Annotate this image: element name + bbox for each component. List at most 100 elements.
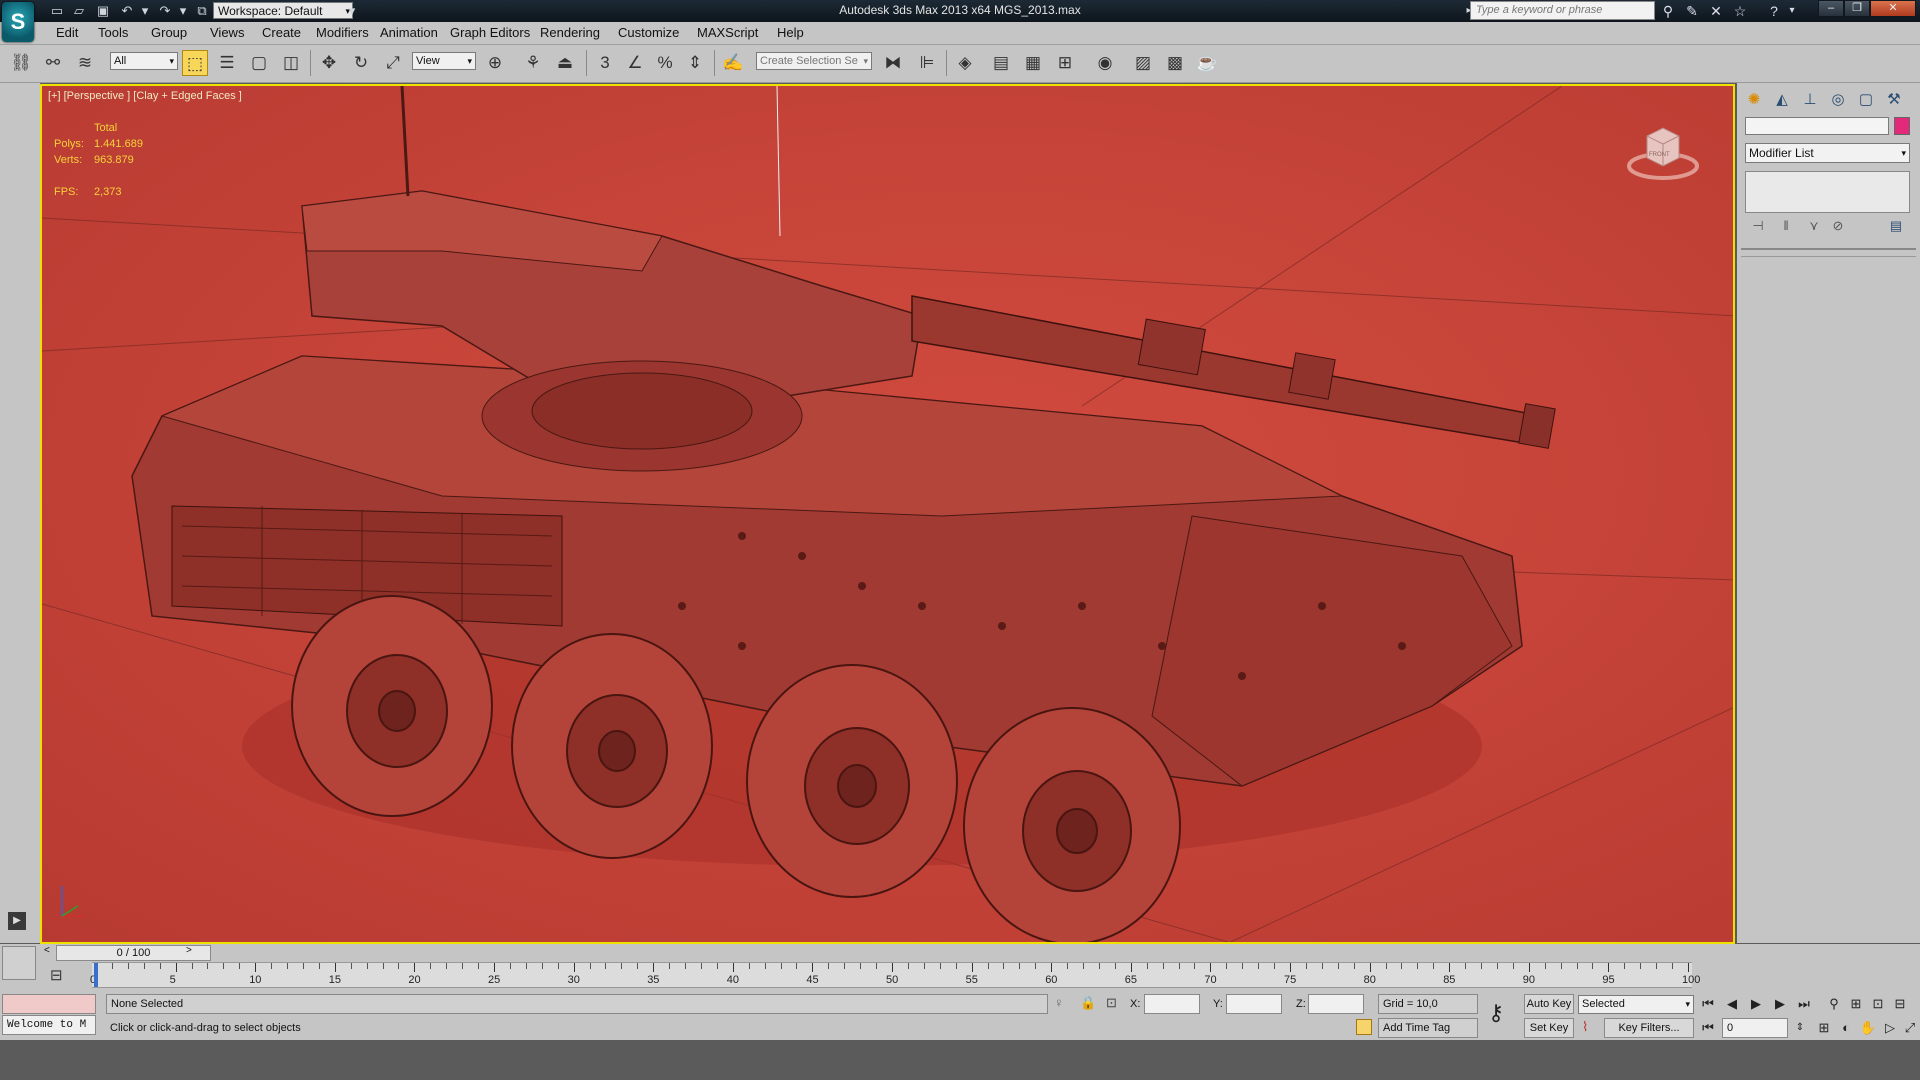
make-unique-icon[interactable]: ⋎ [1803, 216, 1825, 236]
key-mode-toggle-icon[interactable]: ⏮ [1698, 1018, 1718, 1038]
go-to-start-icon[interactable]: ⏮ [1698, 994, 1718, 1014]
zoom-all-icon[interactable]: ⊞ [1846, 994, 1866, 1014]
communication-center-icon[interactable]: ✕ [1706, 2, 1726, 20]
layer-manager-icon[interactable]: ◈ [952, 50, 978, 76]
key-mode-dropdown[interactable]: Selected ▾ [1578, 995, 1694, 1014]
track-bar[interactable]: 0510152025303540455055606570758085909510… [90, 962, 1700, 988]
redo-dropdown-icon[interactable]: ▾ [174, 2, 192, 20]
menu-maxscript[interactable]: MAXScript [697, 22, 758, 44]
select-and-scale-icon[interactable]: ⤢ [380, 50, 406, 76]
time-slider-prev-icon[interactable]: < [44, 945, 50, 956]
app-logo-icon[interactable]: S [2, 2, 34, 42]
create-tab-icon[interactable]: ✺ [1741, 89, 1767, 111]
undo-icon[interactable]: ↶ [118, 2, 136, 20]
current-frame-input[interactable]: 0 [1722, 1018, 1788, 1038]
modify-tab-icon[interactable]: ◭ [1769, 89, 1795, 111]
menu-help[interactable]: Help [777, 22, 804, 44]
menu-edit[interactable]: Edit [56, 22, 78, 44]
hierarchy-tab-icon[interactable]: ⊥ [1797, 89, 1823, 111]
select-object-icon[interactable]: ⬚ [182, 50, 208, 76]
time-tag-icon[interactable] [1356, 1019, 1372, 1035]
select-and-move-icon[interactable]: ✥ [316, 50, 342, 76]
selection-filter-dropdown[interactable]: All ▾ [110, 52, 178, 70]
graphite-ribbon-icon[interactable]: ▤ [988, 50, 1014, 76]
save-file-icon[interactable]: ▣ [94, 2, 112, 20]
menu-rendering[interactable]: Rendering [540, 22, 600, 44]
material-editor-icon[interactable]: ◉ [1092, 50, 1118, 76]
viewport-label[interactable]: [+] [Perspective ] [Clay + Edged Faces ] [48, 90, 242, 102]
time-configuration-icon[interactable]: ⊞ [1814, 1018, 1834, 1038]
remove-modifier-icon[interactable]: ⊘ [1827, 216, 1849, 236]
menu-modifiers[interactable]: Modifiers [316, 22, 369, 44]
help-icon[interactable]: ? [1764, 2, 1784, 20]
new-file-icon[interactable]: ▭ [48, 2, 66, 20]
modifier-list-dropdown[interactable]: Modifier List ▾ [1745, 143, 1910, 163]
named-selection-sets-input[interactable]: Create Selection Se ▾ [756, 52, 872, 70]
field-of-view-icon[interactable]: ▷ [1880, 1018, 1900, 1038]
menu-graph-editors[interactable]: Graph Editors [450, 22, 530, 44]
select-by-name-icon[interactable]: ☰ [214, 50, 240, 76]
default-tangent-icon[interactable]: ⌇ [1582, 1019, 1588, 1035]
edit-named-selection-icon[interactable]: ✍ [720, 50, 746, 76]
binoculars-icon[interactable]: ⚲ [1658, 2, 1678, 20]
maximize-button[interactable]: ❐ [1844, 0, 1870, 17]
pin-stack-icon[interactable]: ⊣ [1747, 216, 1769, 236]
motion-tab-icon[interactable]: ◎ [1825, 89, 1851, 111]
bind-to-space-warp-icon[interactable]: ≋ [72, 50, 98, 76]
mirror-icon[interactable]: ⧓ [880, 50, 906, 76]
go-to-end-icon[interactable]: ⏭ [1794, 994, 1814, 1014]
menu-customize[interactable]: Customize [618, 22, 679, 44]
rendered-frame-window-icon[interactable]: ▩ [1162, 50, 1188, 76]
time-slider-next-icon[interactable]: > [186, 945, 192, 956]
angle-snap-icon[interactable]: ∠ [622, 50, 648, 76]
auto-key-button[interactable]: Auto Key [1524, 994, 1574, 1014]
curve-editor-icon[interactable]: ▦ [1020, 50, 1046, 76]
next-frame-icon[interactable]: ▶ [1770, 994, 1790, 1014]
y-coordinate-input[interactable] [1226, 994, 1282, 1014]
select-and-link-icon[interactable]: ⛓ [8, 50, 34, 76]
orbit-icon[interactable]: ◐ [1836, 1018, 1856, 1038]
set-key-icon[interactable]: ⚷ [1488, 1000, 1504, 1026]
x-coordinate-input[interactable] [1144, 994, 1200, 1014]
minimize-button[interactable]: – [1818, 0, 1844, 17]
z-coordinate-input[interactable] [1308, 994, 1364, 1014]
menu-views[interactable]: Views [210, 22, 244, 44]
current-frame-spinner-icon[interactable]: ⇕ [1790, 1018, 1810, 1038]
previous-frame-icon[interactable]: ◀ [1722, 994, 1742, 1014]
redo-icon[interactable]: ↷ [156, 2, 174, 20]
object-color-swatch[interactable] [1894, 117, 1910, 135]
quick-access-dropdown-icon[interactable]: ▾ [343, 2, 361, 20]
configure-modifier-sets-icon[interactable]: ▤ [1885, 216, 1907, 236]
show-end-result-icon[interactable]: ‖ [1775, 216, 1797, 236]
menu-tools[interactable]: Tools [98, 22, 128, 44]
help-dropdown-icon[interactable]: ▾ [1782, 2, 1802, 20]
zoom-icon[interactable]: ⚲ [1824, 994, 1844, 1014]
current-frame-marker[interactable] [94, 963, 98, 987]
maxscript-mini-listener[interactable]: Welcome to M [2, 1015, 96, 1035]
rectangular-selection-icon[interactable]: ▢ [246, 50, 272, 76]
close-button[interactable]: ✕ [1870, 0, 1916, 17]
select-and-rotate-icon[interactable]: ↻ [348, 50, 374, 76]
render-production-icon[interactable]: ☕ [1194, 50, 1220, 76]
pan-view-icon[interactable]: ✋ [1858, 1018, 1878, 1038]
open-file-icon[interactable]: ▱ [70, 2, 88, 20]
workspace-dropdown[interactable]: Workspace: Default ▾ [213, 2, 353, 19]
display-tab-icon[interactable]: ▢ [1853, 89, 1879, 111]
add-time-tag-button[interactable]: Add Time Tag [1378, 1018, 1478, 1038]
mini-listener-box[interactable] [2, 946, 36, 980]
percent-snap-icon[interactable]: % [652, 50, 678, 76]
modifier-stack[interactable] [1745, 171, 1910, 213]
play-panel-toggle-icon[interactable]: ▶ [8, 912, 26, 930]
undo-dropdown-icon[interactable]: ▾ [136, 2, 154, 20]
favorites-star-icon[interactable]: ☆ [1730, 2, 1750, 20]
maximize-viewport-icon[interactable]: ⤢ [1900, 1018, 1920, 1038]
select-and-manipulate-icon[interactable]: ⚘ [520, 50, 546, 76]
perspective-viewport[interactable]: [+] [Perspective ] [Clay + Edged Faces ]… [40, 84, 1735, 944]
key-filters-button[interactable]: Key Filters... [1604, 1018, 1694, 1038]
render-setup-icon[interactable]: ▨ [1130, 50, 1156, 76]
spinner-snap-icon[interactable]: ⇕ [682, 50, 708, 76]
menu-group[interactable]: Group [151, 22, 187, 44]
track-bar-toggle-icon[interactable]: ⊟ [50, 966, 63, 984]
pivot-center-icon[interactable]: ⊕ [482, 50, 508, 76]
project-folder-icon[interactable]: ⧉ [193, 2, 211, 20]
